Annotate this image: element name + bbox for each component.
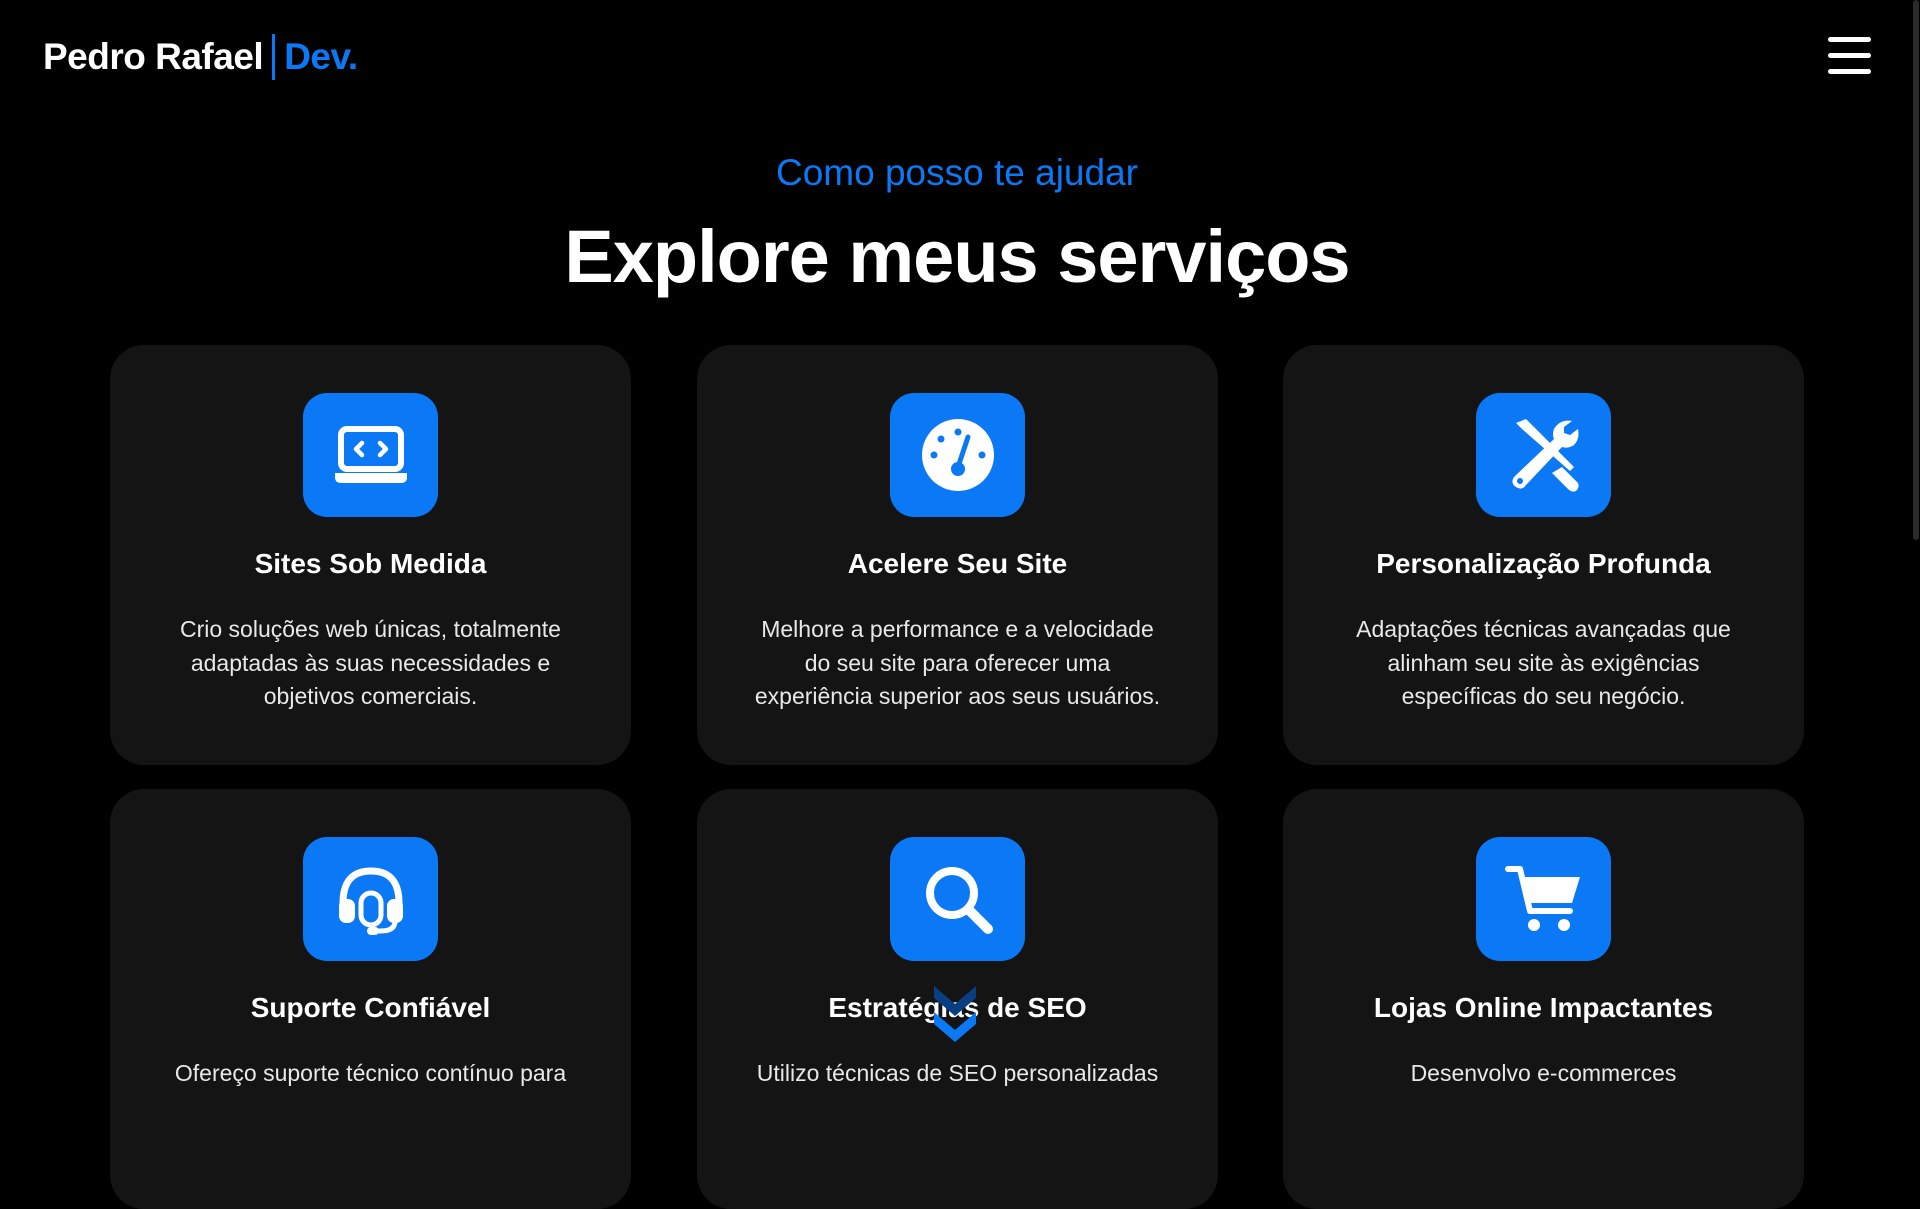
service-description: Utilizo técnicas de SEO personalizadas bbox=[756, 1060, 1159, 1086]
logo[interactable]: Pedro Rafael Dev. bbox=[43, 30, 358, 84]
service-description: Ofereço suporte técnico contínuo para bbox=[174, 1060, 567, 1086]
section-eyebrow: Como posso te ajudar bbox=[776, 152, 1138, 193]
service-title: Suporte Confiável bbox=[250, 992, 491, 1023]
wrench-screwdriver-icon bbox=[1476, 393, 1611, 517]
menu-line bbox=[1828, 69, 1871, 74]
service-title: Personalização Profunda bbox=[1376, 548, 1711, 579]
shopping-cart-icon bbox=[1476, 837, 1611, 961]
service-card-personalizacao-profunda[interactable]: Personalização Profunda Adaptações técni… bbox=[1283, 345, 1804, 765]
logo-name: Pedro Rafael bbox=[43, 36, 264, 77]
menu-line bbox=[1828, 53, 1871, 58]
laptop-code-icon bbox=[303, 393, 438, 517]
service-card-acelere-seu-site[interactable]: Acelere Seu Site Melhore a performance e… bbox=[697, 345, 1218, 765]
service-card-sites-sob-medida[interactable]: Sites Sob Medida Crio soluções web única… bbox=[110, 345, 631, 765]
service-title: Acelere Seu Site bbox=[847, 548, 1068, 579]
headset-icon bbox=[303, 837, 438, 961]
service-title: Sites Sob Medida bbox=[254, 548, 487, 579]
menu-line bbox=[1828, 37, 1871, 42]
section-title: Explore meus serviços bbox=[564, 215, 1350, 298]
magnifier-icon bbox=[890, 837, 1025, 961]
service-description: Desenvolvo e-commerces bbox=[1410, 1060, 1677, 1086]
service-card-suporte-confiavel[interactable]: Suporte Confiável Ofereço suporte técnic… bbox=[110, 789, 631, 1209]
double-chevron-down-icon[interactable] bbox=[930, 980, 980, 1056]
service-description: Adaptações técnicas avançadas que alinha… bbox=[1356, 616, 1731, 709]
site-header: Pedro Rafael Dev. bbox=[0, 0, 1920, 114]
speedometer-icon bbox=[890, 393, 1025, 517]
service-description: Crio soluções web únicas, totalmente ada… bbox=[180, 616, 561, 709]
page-scrollbar[interactable] bbox=[1912, 0, 1920, 1080]
logo-accent: Dev. bbox=[284, 36, 358, 77]
hamburger-menu-icon[interactable] bbox=[1828, 36, 1871, 76]
service-title: Lojas Online Impactantes bbox=[1373, 992, 1714, 1023]
service-card-lojas-online-impactantes[interactable]: Lojas Online Impactantes Desenvolvo e-co… bbox=[1283, 789, 1804, 1209]
logo-divider bbox=[272, 34, 276, 80]
service-description: Melhore a performance e a velocidade do … bbox=[754, 616, 1161, 709]
scrollbar-thumb[interactable] bbox=[1913, 0, 1919, 540]
